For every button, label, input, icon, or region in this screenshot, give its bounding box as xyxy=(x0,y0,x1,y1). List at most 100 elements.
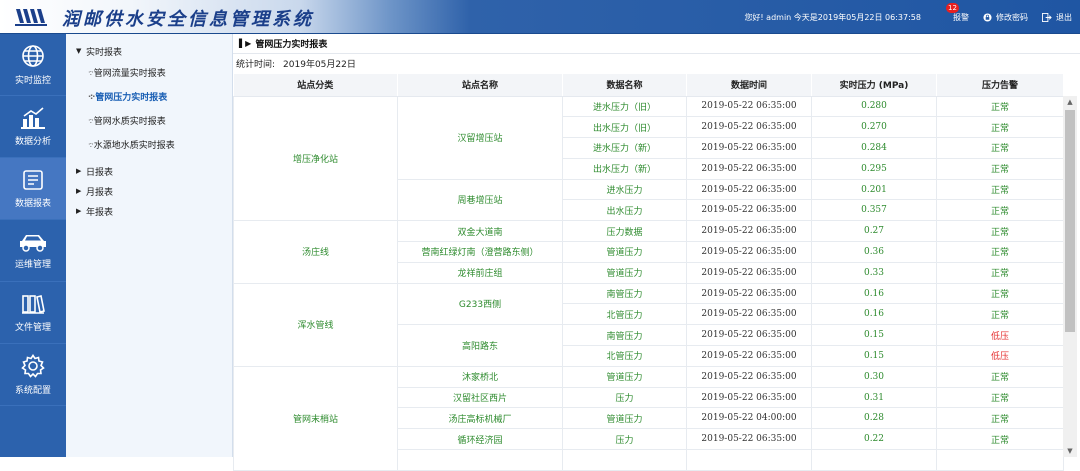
data-name-cell: 出水压力（新） xyxy=(562,157,687,180)
column-header[interactable]: 实时压力 (MPa) xyxy=(811,74,937,97)
pressure-value-cell: 0.31 xyxy=(811,386,937,409)
folder-icon xyxy=(22,294,45,314)
data-name-cell: 压力 xyxy=(562,428,687,451)
car-icon xyxy=(20,234,46,252)
nav-data-analysis[interactable]: 数据分析 xyxy=(0,96,66,158)
nav-file-management[interactable]: 文件管理 xyxy=(0,282,66,344)
tree-group-label: 日报表 xyxy=(86,167,114,178)
logout-button[interactable]: 退出 xyxy=(1042,12,1072,23)
node-icon: ·:· xyxy=(88,139,94,149)
pressure-alarm-cell: 正常 xyxy=(936,157,1064,180)
data-name-cell: 管道压力 xyxy=(562,365,687,388)
column-header[interactable]: 数据时间 xyxy=(686,74,812,97)
tree-group-yearly[interactable]: ▶ 年报表 xyxy=(66,202,232,220)
pressure-value-cell: 0.201 xyxy=(811,178,937,201)
caret-down-icon: ▼ xyxy=(76,47,82,55)
tree-item-flow-realtime[interactable]: ·:· 管网流量实时报表 xyxy=(66,60,232,84)
alarm-button[interactable]: 12 报警 xyxy=(946,2,969,23)
app-header: 润邮供水安全信息管理系统 您好! admin 今天是2019年05月22日 06… xyxy=(0,0,1080,34)
nav-realtime-monitor[interactable]: 实时监控 xyxy=(0,34,66,96)
pressure-alarm-cell: 正常 xyxy=(936,241,1064,263)
stat-time-label: 统计时间: xyxy=(236,59,276,70)
pressure-value-cell xyxy=(811,449,937,471)
pressure-alarm-cell: 正常 xyxy=(936,95,1064,118)
scroll-up-icon[interactable]: ▲ xyxy=(1063,96,1077,108)
pressure-alarm-cell: 正常 xyxy=(936,428,1064,451)
data-time-cell: 2019-05-22 06:35:00 xyxy=(686,95,812,118)
data-time-cell: 2019-05-22 06:35:00 xyxy=(686,303,812,326)
station-name-cell: 龙祥前庄组 xyxy=(397,261,563,284)
column-header[interactable]: 压力告警 xyxy=(936,74,1064,97)
data-name-cell: 出水压力（旧） xyxy=(562,116,687,139)
tree-group-monthly[interactable]: ▶ 月报表 xyxy=(66,182,232,200)
lock-icon xyxy=(983,12,992,22)
pressure-alarm-cell: 正常 xyxy=(936,407,1064,430)
data-time-cell: 2019-05-22 06:35:00 xyxy=(686,428,812,451)
data-name-cell: 进水压力（旧） xyxy=(562,95,687,118)
station-name-cell: 汉留增压站 xyxy=(397,95,563,180)
tree-item-source-quality-realtime[interactable]: ·:· 水源地水质实时报表 xyxy=(66,132,232,156)
change-password-button[interactable]: 修改密码 xyxy=(983,12,1028,23)
pressure-value-cell: 0.36 xyxy=(811,241,937,263)
scrollbar-thumb[interactable] xyxy=(1065,110,1075,332)
column-header[interactable]: 站点名称 xyxy=(397,74,563,97)
pressure-value-cell: 0.270 xyxy=(811,116,937,139)
data-name-cell: 北管压力 xyxy=(562,303,687,326)
alarm-label: 报警 xyxy=(953,12,969,22)
site-category-cell: 管网末梢站 xyxy=(233,365,398,471)
pressure-alarm-cell: 正常 xyxy=(936,199,1064,222)
logo-icon xyxy=(15,9,47,26)
tree-item-pressure-realtime[interactable]: ·:· 管网压力实时报表 xyxy=(66,84,232,108)
nav-system-config[interactable]: 系统配置 xyxy=(0,344,66,406)
station-name-cell xyxy=(397,449,563,471)
data-name-cell: 压力数据 xyxy=(562,220,687,243)
data-time-cell: 2019-05-22 06:35:00 xyxy=(686,199,812,222)
pressure-value-cell: 0.30 xyxy=(811,365,937,388)
pressure-value-cell: 0.295 xyxy=(811,157,937,180)
table-row: 汤庄线 双金大道南 压力数据 2019-05-22 06:35:00 0.27 正常 xyxy=(233,220,1064,284)
caret-right-icon: ▶ xyxy=(76,207,82,215)
main-nav: 实时监控 数据分析 数据报表 运维管理 文件管理 系统配置 xyxy=(0,34,66,457)
pressure-alarm-cell: 正常 xyxy=(936,386,1064,409)
nav-operations[interactable]: 运维管理 xyxy=(0,220,66,282)
bar-chart-icon xyxy=(21,106,45,129)
table-header-row: 站点分类 站点名称 数据名称 数据时间 实时压力 (MPa) 压力告警 xyxy=(233,74,1064,97)
pressure-value-cell: 0.357 xyxy=(811,199,937,222)
pressure-value-cell: 0.27 xyxy=(811,220,937,243)
data-time-cell: 2019-05-22 06:35:00 xyxy=(686,178,812,201)
stat-time-value: 2019年05月22日 xyxy=(283,59,356,70)
data-time-cell: 2019-05-22 06:35:00 xyxy=(686,137,812,159)
data-time-cell: 2019-05-22 06:35:00 xyxy=(686,157,812,180)
data-time-cell: 2019-05-22 06:35:00 xyxy=(686,116,812,139)
tree-item-quality-realtime[interactable]: ·:· 管网水质实时报表 xyxy=(66,108,232,132)
breadcrumb: ▌▶ 管网压力实时报表 xyxy=(233,34,1080,54)
data-time-cell: 2019-05-22 06:35:00 xyxy=(686,345,812,367)
data-time-cell: 2019-05-22 06:35:00 xyxy=(686,261,812,284)
tree-group-daily[interactable]: ▶ 日报表 xyxy=(66,162,232,180)
data-time-cell: 2019-05-22 06:35:00 xyxy=(686,282,812,305)
vertical-scrollbar[interactable]: ▲ ▼ xyxy=(1063,96,1077,457)
data-name-cell: 北管压力 xyxy=(562,345,687,367)
station-name-cell: 沐家桥北 xyxy=(397,365,563,388)
tree-item-label: 管网水质实时报表 xyxy=(93,116,166,127)
scroll-down-icon[interactable]: ▼ xyxy=(1063,445,1077,457)
data-time-cell: 2019-05-22 06:35:00 xyxy=(686,220,812,243)
data-name-cell: 管道压力 xyxy=(562,261,687,284)
pressure-alarm-cell xyxy=(936,449,1064,471)
column-header[interactable]: 站点分类 xyxy=(233,74,398,97)
pressure-value-cell: 0.284 xyxy=(811,137,937,159)
data-time-cell: 2019-05-22 06:35:00 xyxy=(686,324,812,347)
pressure-value-cell: 0.16 xyxy=(811,303,937,326)
tree-group-label: 月报表 xyxy=(86,187,114,198)
report-icon xyxy=(23,169,43,190)
nav-data-report[interactable]: 数据报表 xyxy=(0,158,66,220)
station-name-cell: 汉留社区西片 xyxy=(397,386,563,409)
tree-group-realtime[interactable]: ▼ 实时报表 xyxy=(66,42,232,60)
station-name-cell: 周巷增压站 xyxy=(397,178,563,222)
column-header[interactable]: 数据名称 xyxy=(562,74,687,97)
data-name-cell xyxy=(562,449,687,471)
gear-icon xyxy=(21,353,45,378)
pressure-value-cell: 0.22 xyxy=(811,428,937,451)
change-password-label: 修改密码 xyxy=(996,12,1028,22)
data-name-cell: 进水压力 xyxy=(562,178,687,201)
